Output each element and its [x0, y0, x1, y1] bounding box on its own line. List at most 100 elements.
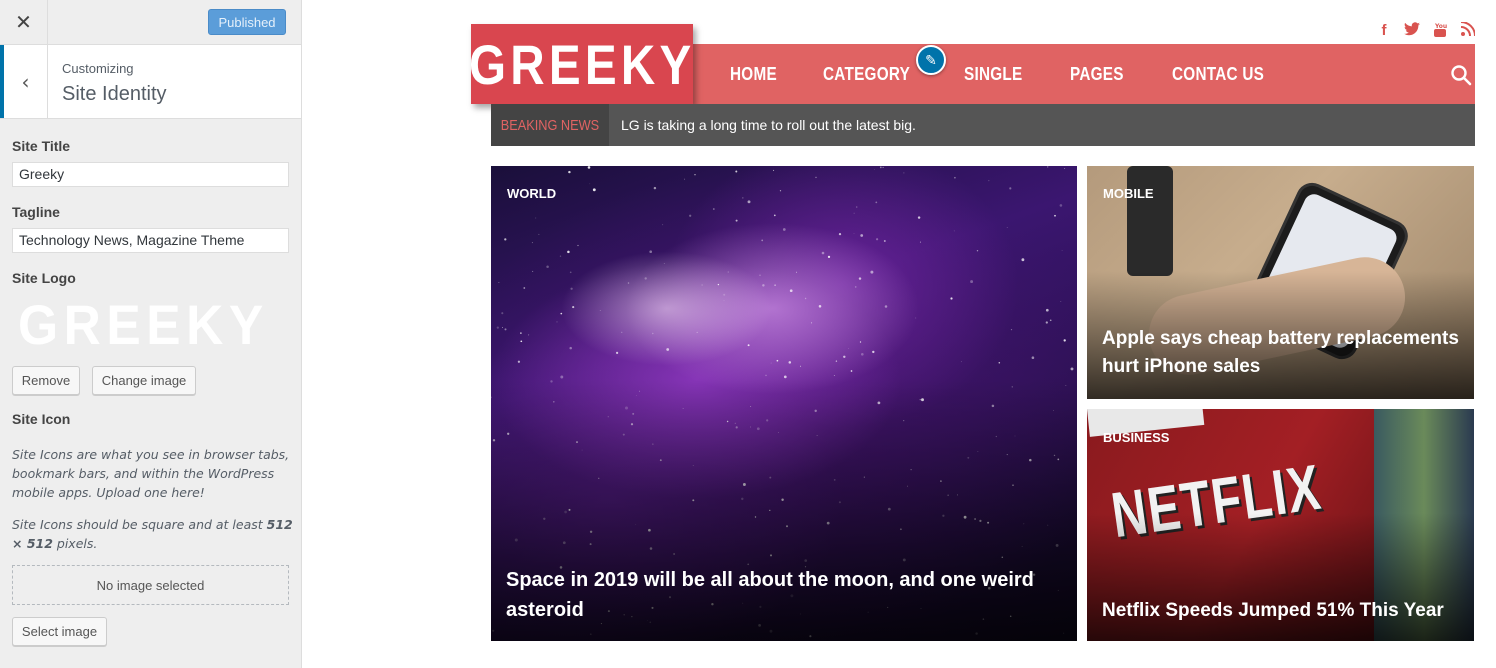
star — [684, 178, 686, 180]
publish-button[interactable]: Published — [208, 9, 286, 35]
star — [774, 284, 776, 286]
star — [559, 255, 562, 257]
star — [915, 317, 917, 319]
star — [882, 166, 884, 168]
star — [662, 224, 664, 226]
star — [498, 282, 500, 283]
star — [504, 238, 507, 241]
star — [621, 331, 623, 333]
star — [919, 241, 921, 243]
star — [1010, 329, 1013, 331]
star — [599, 310, 601, 311]
star — [735, 219, 738, 222]
star — [976, 249, 979, 252]
twitter-icon[interactable] — [1404, 22, 1420, 42]
star — [779, 190, 782, 192]
nav-item-home[interactable]: HOME — [730, 64, 777, 85]
select-image-button[interactable]: Select image — [12, 617, 107, 646]
star — [1063, 339, 1066, 342]
star — [1059, 204, 1063, 207]
breaking-news-label: BEAKING NEWS — [491, 104, 609, 146]
star — [875, 238, 879, 241]
star — [960, 361, 962, 363]
star — [853, 233, 855, 235]
category-tag[interactable]: MOBILE — [1103, 186, 1154, 201]
site-icon-label: Site Icon — [12, 411, 71, 427]
featured-card-mobile[interactable]: MOBILE Apple says cheap battery replacem… — [1087, 166, 1474, 399]
star — [538, 233, 540, 235]
site-icon-description: Site Icons are what you see in browser t… — [12, 447, 290, 500]
star — [1047, 166, 1049, 168]
site-logo[interactable]: GREEKY — [469, 24, 693, 104]
star — [874, 169, 875, 171]
site-icon-size-note: Site Icons should be square and at least… — [12, 517, 293, 551]
star — [535, 217, 537, 219]
nav-item-category[interactable]: CATEGORY — [823, 64, 910, 85]
star — [689, 214, 692, 217]
star — [528, 334, 530, 336]
star — [1045, 308, 1049, 312]
star — [761, 239, 764, 242]
star — [860, 352, 864, 356]
star — [998, 361, 1001, 364]
featured-card-world[interactable]: WORLD Space in 2019 will be all about th… — [491, 166, 1077, 641]
breaking-news-text[interactable]: LG is taking a long time to roll out the… — [621, 117, 916, 133]
star — [723, 293, 726, 296]
card-title[interactable]: Apple says cheap battery replacements hu… — [1102, 325, 1460, 381]
star — [770, 362, 772, 364]
star — [872, 350, 875, 354]
edit-shortcut-icon[interactable]: ✎ — [916, 45, 946, 75]
section-header: ‹ Customizing Site Identity — [0, 45, 301, 119]
star — [627, 282, 630, 284]
nav-item-single[interactable]: SINGLE — [964, 64, 1022, 85]
star — [953, 230, 955, 232]
star — [988, 180, 990, 182]
star — [879, 166, 882, 169]
nav-item-pages[interactable]: PAGES — [1070, 64, 1124, 85]
star — [502, 327, 503, 328]
star — [615, 351, 619, 355]
star — [520, 332, 522, 334]
star — [833, 375, 835, 376]
chevron-left-icon[interactable]: ‹ — [0, 45, 48, 118]
star — [592, 188, 596, 192]
star — [496, 326, 499, 329]
remove-logo-button[interactable]: Remove — [12, 366, 80, 395]
site-icon-placeholder[interactable]: No image selected — [12, 565, 289, 605]
tagline-input[interactable]: Technology News, Magazine Theme — [12, 228, 289, 253]
nav-menu: HOME CATEGORY SINGLE PAGES CONTAC US — [730, 44, 1318, 104]
star — [666, 348, 670, 351]
card-title[interactable]: Space in 2019 will be all about the moon… — [506, 565, 1063, 625]
site-preview: f You HOME CATEGORY SINGLE PAGES CONTAC … — [303, 0, 1496, 668]
star — [1021, 258, 1025, 262]
star — [568, 170, 571, 174]
search-icon[interactable] — [1450, 64, 1472, 86]
change-image-button[interactable]: Change image — [92, 366, 196, 395]
star — [572, 306, 575, 309]
category-tag[interactable]: WORLD — [507, 186, 556, 201]
star — [855, 206, 858, 208]
star — [517, 360, 521, 363]
star — [859, 341, 862, 343]
star — [811, 322, 813, 324]
customizer-header: ✕ Published — [0, 0, 301, 45]
card-title[interactable]: Netflix Speeds Jumped 51% This Year — [1102, 597, 1460, 625]
close-icon[interactable]: ✕ — [0, 0, 48, 44]
star — [723, 300, 725, 302]
star — [569, 271, 572, 274]
youtube-icon[interactable]: You — [1432, 22, 1448, 42]
breaking-news-bar: BEAKING NEWS LG is taking a long time to… — [491, 104, 1475, 146]
facebook-icon[interactable]: f — [1376, 22, 1392, 42]
site-title-input[interactable]: Greeky — [12, 162, 289, 187]
nav-item-contact[interactable]: CONTAC US — [1172, 64, 1264, 85]
star — [742, 197, 744, 199]
star — [860, 234, 864, 237]
star — [870, 270, 874, 274]
star — [501, 312, 504, 315]
rss-icon[interactable] — [1460, 21, 1476, 42]
category-tag[interactable]: BUSINESS — [1103, 430, 1169, 445]
star — [532, 270, 534, 272]
star — [765, 374, 767, 377]
star — [1054, 214, 1056, 217]
featured-card-business[interactable]: NETFLIX BUSINESS Netflix Speeds Jumped 5… — [1087, 409, 1474, 641]
